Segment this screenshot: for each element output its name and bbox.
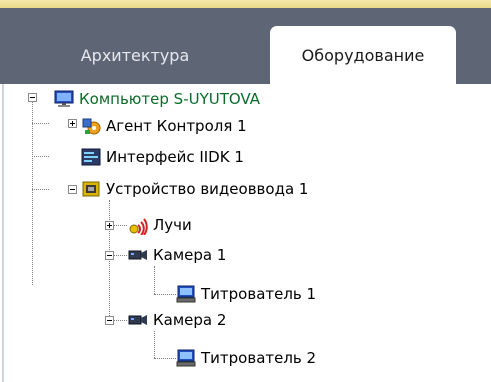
expand-toggle[interactable] bbox=[105, 221, 114, 230]
tree-item-label: Камера 1 bbox=[153, 246, 227, 264]
tree-item-titler-2[interactable]: Титрователь 2 bbox=[176, 345, 316, 371]
tree-item-titler-1[interactable]: Титрователь 1 bbox=[176, 281, 316, 307]
tab-equipment[interactable]: Оборудование bbox=[270, 26, 456, 84]
computer-icon bbox=[54, 89, 74, 109]
tree-connector bbox=[32, 97, 33, 285]
tree-item-agent[interactable]: Агент Контроля 1 bbox=[81, 113, 247, 139]
collapse-toggle[interactable] bbox=[28, 93, 37, 102]
tree-connector bbox=[154, 294, 176, 295]
tab-bar: Архитектура Оборудование bbox=[0, 8, 491, 84]
video-card-icon bbox=[81, 179, 101, 199]
tree-connector bbox=[154, 358, 176, 359]
tree-connector bbox=[32, 123, 49, 124]
tree-item-label: Титрователь 2 bbox=[201, 349, 317, 367]
interface-icon bbox=[81, 147, 101, 167]
titler-icon bbox=[176, 284, 196, 304]
tree-item-label: Агент Контроля 1 bbox=[106, 117, 247, 135]
tree-connector bbox=[154, 266, 155, 294]
tree-connector bbox=[154, 331, 155, 358]
tree-item-label: Устройство видеоввода 1 bbox=[106, 180, 309, 198]
collapse-toggle[interactable] bbox=[68, 185, 77, 194]
collapse-toggle[interactable] bbox=[105, 316, 114, 325]
tree-connector bbox=[32, 156, 49, 157]
tree-item-camera-2[interactable]: Камера 2 bbox=[128, 307, 226, 333]
tree-item-label: Компьютер S-UYUTOVA bbox=[79, 90, 260, 108]
collapse-toggle[interactable] bbox=[105, 251, 114, 260]
equipment-tree-panel: Компьютер S-UYUTOVA Агент Контроля 1 Инт… bbox=[2, 84, 491, 382]
tree-item-video-device[interactable]: Устройство видеоввода 1 bbox=[81, 176, 308, 202]
camera-icon bbox=[128, 245, 148, 265]
camera-icon bbox=[128, 310, 148, 330]
tree-item-camera-1[interactable]: Камера 1 bbox=[128, 242, 226, 268]
tree-item-label: Интерфейс IIDK 1 bbox=[106, 148, 244, 166]
tree-item-label: Лучи bbox=[153, 216, 192, 234]
tree-connector bbox=[109, 200, 110, 320]
window-top-strip bbox=[0, 0, 491, 8]
tree-connector bbox=[32, 189, 49, 190]
equipment-tree: Компьютер S-UYUTOVA Агент Контроля 1 Инт… bbox=[4, 84, 491, 382]
expand-toggle[interactable] bbox=[68, 119, 77, 128]
tree-item-computer[interactable]: Компьютер S-UYUTOVA bbox=[54, 86, 260, 112]
titler-icon bbox=[176, 348, 196, 368]
agent-icon bbox=[81, 116, 101, 136]
tree-item-label: Титрователь 1 bbox=[201, 285, 317, 303]
tab-architecture[interactable]: Архитектура bbox=[40, 26, 230, 84]
tree-item-rays[interactable]: Лучи bbox=[128, 212, 192, 238]
sensor-rays-icon bbox=[128, 215, 148, 235]
tree-item-label: Камера 2 bbox=[153, 311, 227, 329]
tree-item-iidk[interactable]: Интерфейс IIDK 1 bbox=[81, 144, 244, 170]
